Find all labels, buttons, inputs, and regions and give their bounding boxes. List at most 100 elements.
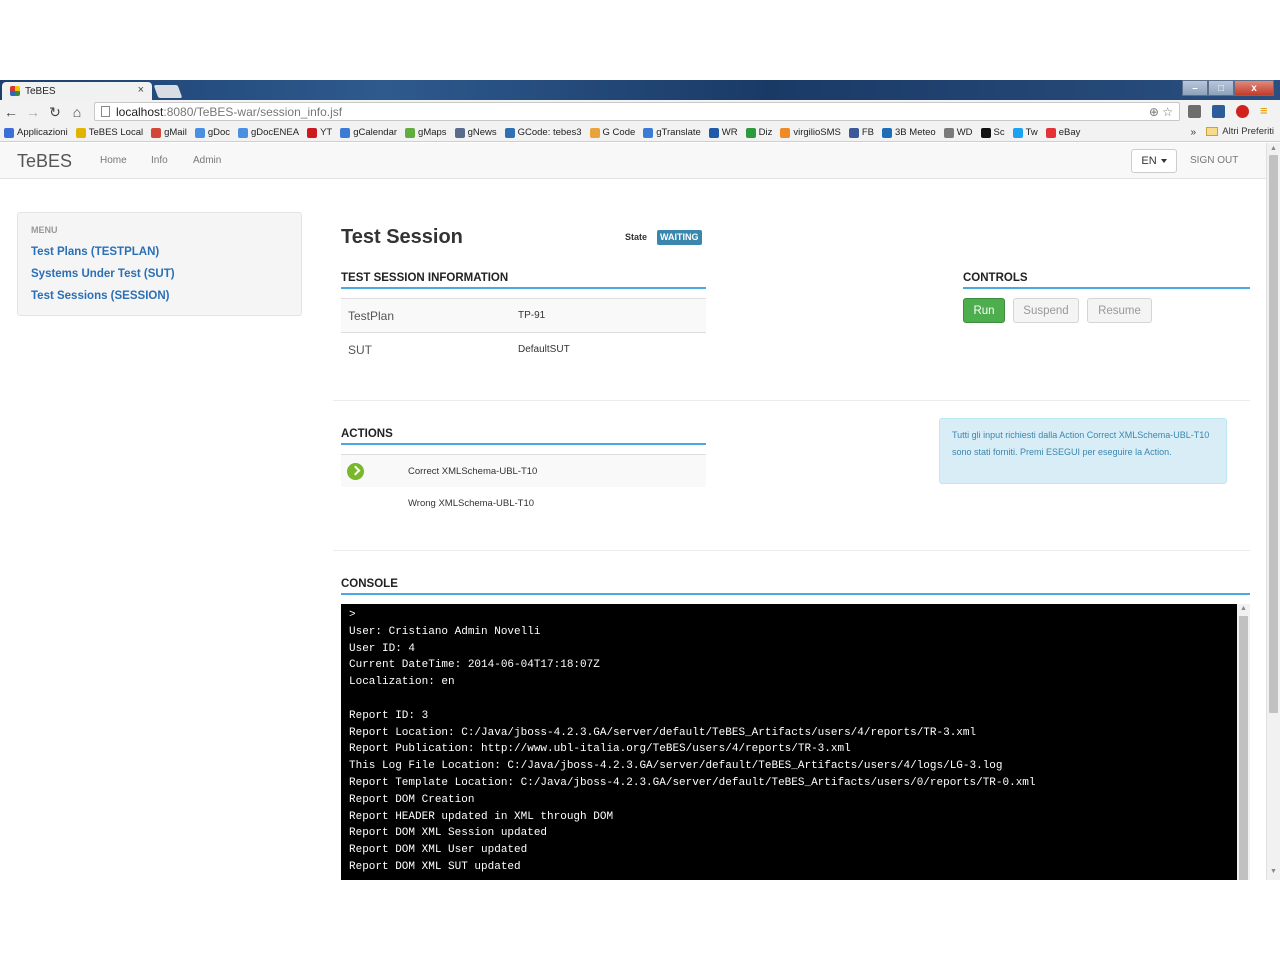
bookmark-item[interactable]: eBay — [1045, 127, 1080, 138]
bookmark-label: WD — [956, 127, 973, 138]
page-title: Test Session — [341, 226, 463, 248]
bookmark-item[interactable]: gNews — [454, 127, 497, 138]
bookmark-item[interactable]: Tw — [1012, 127, 1038, 138]
bookmark-icon — [643, 127, 654, 138]
menu-header: MENU — [31, 225, 58, 235]
bookmark-icon — [589, 127, 600, 138]
close-window-button[interactable]: x — [1234, 80, 1274, 96]
bookmark-item[interactable]: WR — [708, 127, 738, 138]
bookmark-icon — [848, 127, 859, 138]
maximize-button[interactable]: □ — [1208, 80, 1234, 96]
bookmark-item[interactable]: virgilioSMS — [780, 127, 841, 138]
opera-extension-icon[interactable] — [1236, 105, 1249, 118]
address-bar[interactable]: localhost:8080/TeBES-war/session_info.js… — [94, 102, 1180, 121]
bookmark-label: Diz — [758, 127, 773, 138]
bookmark-icon — [238, 127, 248, 138]
forward-arrow-icon[interactable]: → — [22, 104, 44, 120]
bookmark-label: FB — [861, 127, 875, 138]
page-scrollbar[interactable]: ▲ ▼ — [1266, 143, 1280, 880]
zoom-star-icons[interactable]: ⊕ ☆ — [1149, 105, 1173, 119]
bookmark-icon — [307, 127, 318, 138]
action-row[interactable]: Correct XMLSchema-UBL-T10 — [341, 454, 706, 487]
new-tab-button[interactable] — [153, 85, 183, 98]
extension-icon[interactable] — [1212, 105, 1225, 118]
bookmark-item[interactable]: G Code — [589, 127, 635, 138]
url-path: :8080/TeBES-war/session_info.jsf — [163, 104, 343, 119]
chrome-menu-icon[interactable]: ≡ — [1260, 103, 1273, 118]
console-output[interactable]: > User: Cristiano Admin Novelli User ID: 4… — [341, 604, 1250, 880]
bookmark-icon — [882, 127, 893, 138]
current-action-arrow-icon — [347, 462, 364, 480]
bookmark-item[interactable]: gDocENEA — [238, 127, 299, 138]
sidebar-item-test-sessions[interactable]: Test Sessions (SESSION) — [31, 285, 288, 307]
resume-button[interactable]: Resume — [1087, 298, 1152, 323]
bookmark-icon — [780, 127, 791, 138]
scroll-up-icon[interactable]: ▲ — [1270, 145, 1277, 152]
extension-icon[interactable] — [1188, 105, 1201, 118]
bookmark-item[interactable]: gTranslate — [643, 127, 701, 138]
actions-heading: ACTIONS — [341, 428, 706, 445]
session-info-table: TestPlan TP-91 SUT DefaultSUT — [341, 298, 706, 366]
bookmark-item[interactable]: YT — [307, 127, 332, 138]
nav-home[interactable]: Home — [100, 155, 127, 166]
reload-icon[interactable]: ↻ — [44, 104, 66, 121]
folder-icon — [1206, 127, 1219, 136]
bookmark-item[interactable]: gMail — [151, 127, 187, 138]
run-button[interactable]: Run — [963, 298, 1005, 323]
scrollbar-thumb[interactable] — [1269, 155, 1278, 713]
bookmark-label: gCalendar — [353, 127, 398, 138]
other-bookmarks[interactable]: Altri Preferiti — [1206, 126, 1274, 137]
browser-tab[interactable]: TeBES × — [2, 82, 152, 100]
scroll-down-icon[interactable]: ▼ — [1270, 868, 1277, 875]
bookmark-item[interactable]: Sc — [980, 127, 1005, 138]
console-line: Report Template Location: C:/Java/jboss-… — [349, 776, 1036, 789]
console-line: Report DOM XML Session updated — [349, 827, 548, 840]
tebes-favicon-icon — [10, 86, 20, 96]
bookmark-label: gDoc — [207, 127, 230, 138]
row-key: TestPlan — [348, 308, 395, 323]
bookmark-item[interactable]: gCalendar — [340, 127, 397, 138]
back-arrow-icon[interactable]: ← — [0, 104, 22, 120]
bookmark-item[interactable]: gMaps — [405, 127, 447, 138]
bookmark-label: GCode: tebes3 — [517, 127, 582, 138]
sidebar-menu: MENU Test Plans (TESTPLAN) Systems Under… — [17, 212, 302, 316]
bookmark-item[interactable]: WD — [943, 127, 973, 138]
language-dropdown[interactable]: EN — [1131, 149, 1177, 173]
nav-admin[interactable]: Admin — [193, 155, 221, 166]
minimize-button[interactable]: – — [1182, 80, 1208, 96]
session-info-heading: TEST SESSION INFORMATION — [341, 272, 706, 289]
bookmark-item[interactable]: GCode: tebes3 — [504, 127, 582, 138]
bookmark-icon — [151, 127, 162, 138]
sidebar-item-test-plans[interactable]: Test Plans (TESTPLAN) — [31, 241, 288, 263]
sign-out-link[interactable]: SIGN OUT — [1190, 155, 1238, 166]
tab-close-icon[interactable]: × — [138, 84, 144, 96]
action-row[interactable]: Wrong XMLSchema-UBL-T10 — [341, 487, 706, 520]
console-line: Report DOM Creation — [349, 793, 475, 806]
bookmark-item[interactable]: Applicazioni — [4, 127, 68, 138]
bookmark-item[interactable]: Diz — [745, 127, 773, 138]
home-icon[interactable]: ⌂ — [66, 104, 88, 120]
bookmark-item[interactable]: TeBES Local — [75, 127, 143, 138]
bookmark-icon — [340, 127, 351, 138]
bookmark-item[interactable]: FB — [848, 127, 875, 138]
bookmark-label: gMail — [164, 127, 187, 138]
console-line: This Log File Location: C:/Java/jboss-4.… — [349, 760, 1003, 773]
bookmark-label: gDocENEA — [251, 127, 300, 138]
bookmark-icon — [708, 127, 719, 138]
bookmark-item[interactable]: 3B Meteo — [882, 127, 936, 138]
window-controls: – □ x — [1182, 80, 1274, 96]
console-scrollbar[interactable]: ▲ — [1237, 604, 1250, 880]
bookmarks-more[interactable]: » — [1190, 127, 1196, 138]
brand-logo[interactable]: TeBES — [17, 151, 72, 172]
row-value: TP-91 — [518, 310, 546, 321]
scrollbar-thumb[interactable] — [1239, 616, 1248, 880]
bookmark-icon — [75, 127, 86, 138]
scroll-up-icon[interactable]: ▲ — [1240, 605, 1247, 612]
action-label: Correct XMLSchema-UBL-T10 — [408, 465, 538, 477]
bookmark-label: gMaps — [418, 127, 447, 138]
caret-down-icon — [1160, 159, 1167, 163]
nav-info[interactable]: Info — [151, 155, 168, 166]
sidebar-item-suts[interactable]: Systems Under Test (SUT) — [31, 263, 288, 285]
suspend-button[interactable]: Suspend — [1013, 298, 1079, 323]
bookmark-item[interactable]: gDoc — [194, 127, 230, 138]
